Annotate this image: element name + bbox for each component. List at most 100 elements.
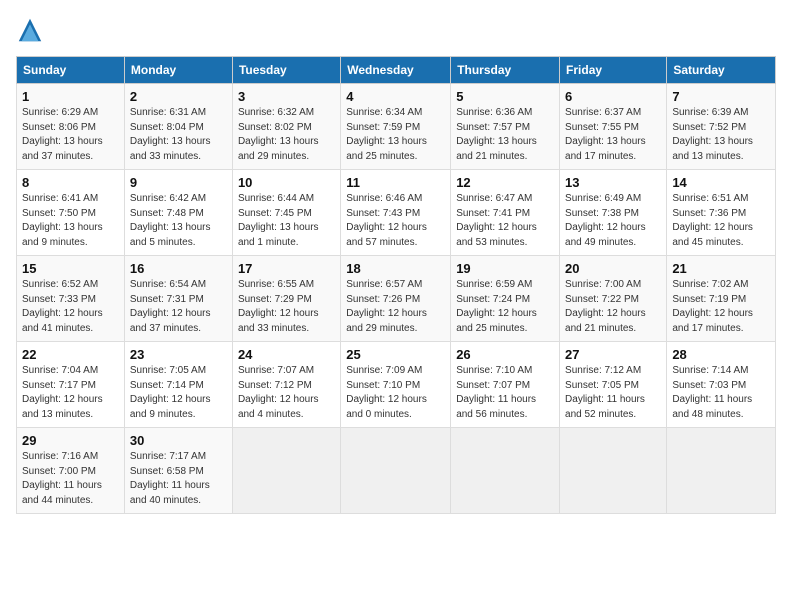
week-row-4: 22 Sunrise: 7:04 AM Sunset: 7:17 PM Dayli… [17,342,776,428]
column-header-sunday: Sunday [17,57,125,84]
column-header-tuesday: Tuesday [232,57,340,84]
calendar-cell: 17 Sunrise: 6:55 AM Sunset: 7:29 PM Dayli… [232,256,340,342]
day-number: 2 [130,89,227,104]
calendar-cell: 20 Sunrise: 7:00 AM Sunset: 7:22 PM Dayli… [560,256,667,342]
calendar-cell [451,428,560,514]
day-number: 3 [238,89,335,104]
day-detail: Sunrise: 6:44 AM Sunset: 7:45 PM Dayligh… [238,192,335,250]
day-number: 5 [456,89,554,104]
day-number: 19 [456,261,554,276]
day-detail: Sunrise: 6:31 AM Sunset: 8:04 PM Dayligh… [130,106,227,164]
day-number: 1 [22,89,119,104]
day-detail: Sunrise: 6:52 AM Sunset: 7:33 PM Dayligh… [22,278,119,336]
day-number: 24 [238,347,335,362]
day-number: 23 [130,347,227,362]
day-number: 26 [456,347,554,362]
calendar-cell: 3 Sunrise: 6:32 AM Sunset: 8:02 PM Daylig… [232,84,340,170]
calendar-cell: 5 Sunrise: 6:36 AM Sunset: 7:57 PM Daylig… [451,84,560,170]
calendar-cell [341,428,451,514]
calendar-cell: 25 Sunrise: 7:09 AM Sunset: 7:10 PM Dayli… [341,342,451,428]
day-number: 20 [565,261,661,276]
day-number: 12 [456,175,554,190]
logo [16,16,48,44]
day-number: 10 [238,175,335,190]
calendar-cell: 30 Sunrise: 7:17 AM Sunset: 6:58 PM Dayli… [124,428,232,514]
calendar-cell: 9Sunrise: 6:42 AM Sunset: 7:48 PM Daylig… [124,170,232,256]
calendar-cell: 6 Sunrise: 6:37 AM Sunset: 7:55 PM Daylig… [560,84,667,170]
day-number: 21 [672,261,770,276]
day-number: 14 [672,175,770,190]
calendar-cell: 13Sunrise: 6:49 AM Sunset: 7:38 PM Dayli… [560,170,667,256]
day-number: 18 [346,261,445,276]
day-detail: Sunrise: 7:17 AM Sunset: 6:58 PM Dayligh… [130,450,227,508]
week-row-5: 29Sunrise: 7:16 AM Sunset: 7:00 PM Dayli… [17,428,776,514]
column-header-monday: Monday [124,57,232,84]
day-detail: Sunrise: 6:41 AM Sunset: 7:50 PM Dayligh… [22,192,119,250]
column-header-friday: Friday [560,57,667,84]
day-number: 9 [130,175,227,190]
day-number: 11 [346,175,445,190]
day-detail: Sunrise: 7:04 AM Sunset: 7:17 PM Dayligh… [22,364,119,422]
calendar-cell: 10 Sunrise: 6:44 AM Sunset: 7:45 PM Dayli… [232,170,340,256]
day-detail: Sunrise: 7:00 AM Sunset: 7:22 PM Dayligh… [565,278,661,336]
calendar-cell: 16Sunrise: 6:54 AM Sunset: 7:31 PM Dayli… [124,256,232,342]
calendar-table: SundayMondayTuesdayWednesdayThursdayFrid… [16,56,776,514]
day-detail: Sunrise: 6:49 AM Sunset: 7:38 PM Dayligh… [565,192,661,250]
day-number: 17 [238,261,335,276]
day-number: 15 [22,261,119,276]
day-detail: Sunrise: 6:32 AM Sunset: 8:02 PM Dayligh… [238,106,335,164]
day-number: 7 [672,89,770,104]
day-detail: Sunrise: 7:09 AM Sunset: 7:10 PM Dayligh… [346,364,445,422]
calendar-cell: 1 Sunrise: 6:29 AM Sunset: 8:06 PM Daylig… [17,84,125,170]
day-detail: Sunrise: 7:02 AM Sunset: 7:19 PM Dayligh… [672,278,770,336]
calendar-cell [560,428,667,514]
day-detail: Sunrise: 7:12 AM Sunset: 7:05 PM Dayligh… [565,364,661,422]
calendar-cell: 29Sunrise: 7:16 AM Sunset: 7:00 PM Dayli… [17,428,125,514]
page-header [16,16,776,44]
calendar-cell: 26 Sunrise: 7:10 AM Sunset: 7:07 PM Dayli… [451,342,560,428]
day-detail: Sunrise: 7:14 AM Sunset: 7:03 PM Dayligh… [672,364,770,422]
calendar-cell: 11 Sunrise: 6:46 AM Sunset: 7:43 PM Dayli… [341,170,451,256]
calendar-cell: 21 Sunrise: 7:02 AM Sunset: 7:19 PM Dayli… [667,256,776,342]
day-detail: Sunrise: 6:36 AM Sunset: 7:57 PM Dayligh… [456,106,554,164]
day-detail: Sunrise: 6:29 AM Sunset: 8:06 PM Dayligh… [22,106,119,164]
calendar-cell: 15 Sunrise: 6:52 AM Sunset: 7:33 PM Dayli… [17,256,125,342]
calendar-cell: 18 Sunrise: 6:57 AM Sunset: 7:26 PM Dayli… [341,256,451,342]
calendar-cell: 7 Sunrise: 6:39 AM Sunset: 7:52 PM Daylig… [667,84,776,170]
calendar-cell [667,428,776,514]
column-header-wednesday: Wednesday [341,57,451,84]
day-detail: Sunrise: 6:46 AM Sunset: 7:43 PM Dayligh… [346,192,445,250]
day-number: 28 [672,347,770,362]
day-number: 8 [22,175,119,190]
calendar-cell: 2 Sunrise: 6:31 AM Sunset: 8:04 PM Daylig… [124,84,232,170]
calendar-cell: 24Sunrise: 7:07 AM Sunset: 7:12 PM Dayli… [232,342,340,428]
day-detail: Sunrise: 6:57 AM Sunset: 7:26 PM Dayligh… [346,278,445,336]
calendar-cell: 19 Sunrise: 6:59 AM Sunset: 7:24 PM Dayli… [451,256,560,342]
calendar-cell: 8 Sunrise: 6:41 AM Sunset: 7:50 PM Daylig… [17,170,125,256]
calendar-cell: 4 Sunrise: 6:34 AM Sunset: 7:59 PM Daylig… [341,84,451,170]
calendar-cell: 22 Sunrise: 7:04 AM Sunset: 7:17 PM Dayli… [17,342,125,428]
day-detail: Sunrise: 7:10 AM Sunset: 7:07 PM Dayligh… [456,364,554,422]
day-number: 25 [346,347,445,362]
day-detail: Sunrise: 6:55 AM Sunset: 7:29 PM Dayligh… [238,278,335,336]
calendar-cell: 28 Sunrise: 7:14 AM Sunset: 7:03 PM Dayli… [667,342,776,428]
week-row-2: 8 Sunrise: 6:41 AM Sunset: 7:50 PM Daylig… [17,170,776,256]
calendar-cell: 14 Sunrise: 6:51 AM Sunset: 7:36 PM Dayli… [667,170,776,256]
calendar-cell: 27Sunrise: 7:12 AM Sunset: 7:05 PM Dayli… [560,342,667,428]
day-detail: Sunrise: 6:54 AM Sunset: 7:31 PM Dayligh… [130,278,227,336]
day-number: 6 [565,89,661,104]
day-detail: Sunrise: 7:05 AM Sunset: 7:14 PM Dayligh… [130,364,227,422]
week-row-3: 15 Sunrise: 6:52 AM Sunset: 7:33 PM Dayli… [17,256,776,342]
day-number: 4 [346,89,445,104]
calendar-cell: 23 Sunrise: 7:05 AM Sunset: 7:14 PM Dayli… [124,342,232,428]
day-detail: Sunrise: 6:39 AM Sunset: 7:52 PM Dayligh… [672,106,770,164]
day-detail: Sunrise: 6:51 AM Sunset: 7:36 PM Dayligh… [672,192,770,250]
day-number: 30 [130,433,227,448]
day-detail: Sunrise: 6:34 AM Sunset: 7:59 PM Dayligh… [346,106,445,164]
calendar-cell: 12Sunrise: 6:47 AM Sunset: 7:41 PM Dayli… [451,170,560,256]
column-header-saturday: Saturday [667,57,776,84]
day-number: 22 [22,347,119,362]
day-detail: Sunrise: 6:59 AM Sunset: 7:24 PM Dayligh… [456,278,554,336]
column-header-thursday: Thursday [451,57,560,84]
day-detail: Sunrise: 6:37 AM Sunset: 7:55 PM Dayligh… [565,106,661,164]
